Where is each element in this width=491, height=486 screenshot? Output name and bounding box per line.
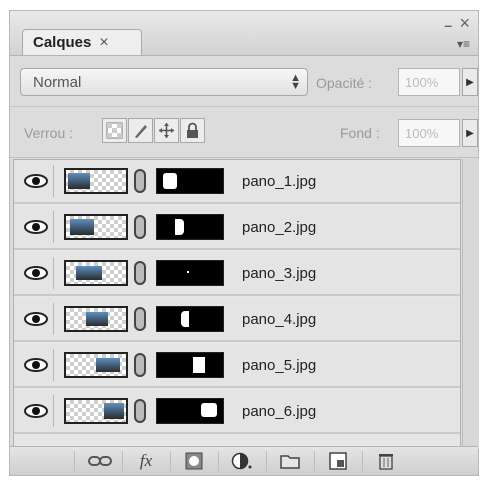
panel-menu-icon[interactable]: ▾≡ (457, 37, 470, 51)
toolbar-divider (266, 451, 267, 471)
chain-icon[interactable] (134, 169, 146, 193)
trash-icon[interactable] (372, 449, 400, 473)
layer-row[interactable]: pano_4.jpg (14, 298, 460, 342)
chain-icon[interactable] (134, 353, 146, 377)
layer-row[interactable]: pano_1.jpg (14, 160, 460, 204)
lock-paint-icon[interactable] (128, 118, 153, 143)
chain-icon[interactable] (134, 399, 146, 423)
toolbar-divider (170, 451, 171, 471)
layer-mask-thumbnail[interactable] (156, 352, 224, 378)
layer-thumbnail (64, 214, 128, 240)
toolbar-divider (122, 451, 123, 471)
toolbar-divider (74, 451, 75, 471)
new-group-icon[interactable] (276, 449, 304, 473)
layer-row[interactable]: pano_3.jpg (14, 252, 460, 296)
minimize-icon[interactable]: – (444, 17, 452, 33)
chain-icon[interactable] (134, 307, 146, 331)
layer-name[interactable]: pano_4.jpg (242, 311, 316, 328)
panel-titlebar: Calques × – × ▾≡ (10, 11, 478, 56)
blend-mode-value: Normal (33, 73, 82, 91)
eye-icon[interactable] (18, 349, 54, 381)
opacity-slider-arrow-icon[interactable]: ▶ (462, 68, 478, 96)
layer-mask-thumbnail[interactable] (156, 168, 224, 194)
blend-row: Normal ▲ ▼ Opacité : 100% ▶ (10, 56, 478, 107)
tab-calques[interactable]: Calques × (22, 29, 142, 55)
layer-row[interactable]: pano_6.jpg (14, 390, 460, 434)
close-icon[interactable]: × (459, 13, 470, 34)
eye-icon[interactable] (18, 257, 54, 289)
toolbar-divider (362, 451, 363, 471)
eye-icon[interactable] (18, 165, 54, 197)
layer-mask-thumbnail[interactable] (156, 214, 224, 240)
lock-label: Verrou : (24, 125, 74, 141)
lock-all-icon[interactable] (180, 118, 205, 143)
tab-close-icon[interactable]: × (99, 34, 108, 52)
layer-mask-thumbnail[interactable] (156, 306, 224, 332)
layers-list: pano_1.jpg pano_2.jpg pano_3.jpg pano_4.… (13, 159, 461, 449)
layer-name[interactable]: pano_3.jpg (242, 265, 316, 282)
layers-scrollbar[interactable] (462, 159, 479, 449)
layer-row[interactable]: pano_5.jpg (14, 344, 460, 388)
layer-name[interactable]: pano_5.jpg (242, 357, 316, 374)
add-mask-icon[interactable] (180, 449, 208, 473)
fill-label: Fond : (340, 125, 380, 141)
chain-icon[interactable] (134, 215, 146, 239)
blend-mode-select[interactable]: Normal ▲ ▼ (20, 68, 308, 96)
layer-name[interactable]: pano_1.jpg (242, 173, 316, 190)
chain-icon[interactable] (134, 261, 146, 285)
adjustment-layer-icon[interactable] (228, 449, 256, 473)
select-stepper-icon: ▲ ▼ (290, 72, 301, 92)
toolbar-divider (314, 451, 315, 471)
layer-name[interactable]: pano_2.jpg (242, 219, 316, 236)
eye-icon[interactable] (18, 211, 54, 243)
eye-icon[interactable] (18, 303, 54, 335)
lock-move-icon[interactable] (154, 118, 179, 143)
tab-label: Calques (33, 34, 92, 51)
bottom-toolbar: fx (10, 446, 478, 475)
toolbar-divider (218, 451, 219, 471)
fill-field[interactable]: 100% (398, 119, 460, 147)
layer-name[interactable]: pano_6.jpg (242, 403, 316, 420)
layer-thumbnail (64, 306, 128, 332)
lock-transparent-icon[interactable] (102, 118, 127, 143)
eye-icon[interactable] (18, 395, 54, 427)
fill-slider-arrow-icon[interactable]: ▶ (462, 119, 478, 147)
layer-thumbnail (64, 260, 128, 286)
layers-panel: Calques × – × ▾≡ Normal ▲ ▼ Opacité : 100… (9, 10, 479, 476)
fx-icon[interactable]: fx (132, 449, 160, 473)
link-layers-icon[interactable] (86, 449, 114, 473)
new-layer-icon[interactable] (324, 449, 352, 473)
opacity-field[interactable]: 100% (398, 68, 460, 96)
layer-thumbnail (64, 398, 128, 424)
layer-mask-thumbnail[interactable] (156, 398, 224, 424)
layer-row[interactable]: pano_2.jpg (14, 206, 460, 250)
opacity-label: Opacité : (316, 75, 373, 91)
lock-row: Verrou : Fond : 100% ▶ (10, 107, 478, 158)
layer-thumbnail (64, 352, 128, 378)
layer-mask-thumbnail[interactable] (156, 260, 224, 286)
layer-thumbnail (64, 168, 128, 194)
